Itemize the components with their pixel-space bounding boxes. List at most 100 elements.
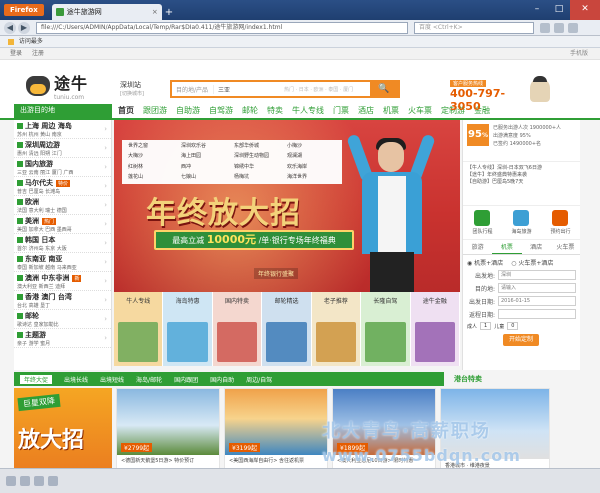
news-item[interactable]: 【途牛】年终盛典特惠来袭 [467,172,576,179]
category-subitems[interactable]: 泰国 新加坡 越南 马来西亚 [17,264,108,271]
menu-item-group-tour[interactable]: 跟团游 [143,105,167,116]
news-item[interactable]: 【自助游】巴厘岛5晚7天 [467,179,576,186]
destination-link[interactable]: 欢乐海岸 [287,163,336,172]
minimize-icon[interactable]: – [526,0,548,20]
promo-card[interactable]: ¥2799起 <德国新天鹅堡5日游> 特价预订 [116,388,220,468]
sidebar-category[interactable]: 马尔代夫 特价 普吉 巴厘岛 长滩岛 › [14,177,111,196]
category-title[interactable]: 上海 周边 海岛 [25,121,72,131]
browser-icon[interactable] [34,476,44,486]
tab-travel[interactable]: 旅游 [463,240,492,254]
sidebar-category[interactable]: 香港 澳门 台湾 台北 高雄 垦丁 › [14,291,111,310]
menu-item-tickets[interactable]: 门票 [333,105,349,116]
forward-icon[interactable]: ▶ [18,21,30,34]
category-tile[interactable]: 海岛特惠 [163,292,213,366]
category-subitems[interactable]: 惠州 清远 阳朔 江门 [17,150,108,157]
category-subitems[interactable]: 苏州 杭州 黄山 南京 [17,131,108,138]
category-subitems[interactable]: 歌诗达 皇家加勒比 [17,321,108,328]
category-title[interactable]: 深圳周边游 [25,140,60,150]
category-title[interactable]: 邮轮 [25,311,39,321]
destination-link[interactable]: 海上田园 [181,152,230,161]
tab-train[interactable]: 火车票 [551,240,580,254]
menu-item-home[interactable]: 首页 [118,105,134,116]
return-date-field[interactable] [498,309,576,319]
sidebar-category[interactable]: 韩国 日本 首尔 济州岛 东京 大阪 › [14,234,111,253]
destination-link[interactable]: 深圳欢乐谷 [181,142,230,151]
all-destinations-button[interactable]: 出游目的地 [14,102,112,118]
sidebar-category[interactable]: 深圳周边游 惠州 清远 阳朔 江门 › [14,139,111,158]
explorer-icon[interactable] [20,476,30,486]
category-tile[interactable]: 老子推荐 [311,292,362,366]
bookmark-most-visited[interactable]: 访问最多 [19,38,43,45]
destination-link[interactable]: 东部华侨城 [234,142,283,151]
category-title[interactable]: 国内旅游 [25,159,53,169]
destination-field[interactable]: 请输入 [498,283,576,293]
start-icon[interactable] [6,476,16,486]
service-mascot-icon[interactable] [530,76,550,102]
quick-link[interactable]: 团队行程 [472,210,493,235]
search-input[interactable]: 三亚 [214,85,284,94]
category-subitems[interactable]: 台北 高雄 垦丁 [17,302,108,309]
sidebar-category[interactable]: 欧洲 法国 意大利 瑞士 德国 › [14,196,111,215]
start-custom-button[interactable]: 开始定制 [503,334,539,346]
menu-item-sale[interactable]: 特卖 [267,105,283,116]
city-selector[interactable]: 深圳站 [切换城市] [120,80,144,97]
product-tab[interactable]: 周边/自驾 [246,375,272,384]
tab-hotel[interactable]: 酒店 [522,240,551,254]
category-tile[interactable]: 国内特卖 [212,292,263,366]
destination-link[interactable]: 西冲 [181,163,230,172]
product-tab[interactable]: 海岛/邮轮 [136,375,162,384]
promo-card[interactable]: ¥3199起 <美国西海岸自由行> 含往返机票 [224,388,328,468]
maximize-icon[interactable]: □ [548,0,570,20]
radio-train-hotel[interactable]: ○ 火车票+酒店 [511,258,553,267]
destination-link[interactable]: 观澜湖 [287,152,336,161]
category-tile[interactable]: 长隆自驾 [361,292,411,366]
category-subitems[interactable]: 三亚 云南 丽江 厦门 广西 [17,169,108,176]
tab-flights[interactable]: 机票 [492,240,522,254]
menu-item-train[interactable]: 火车票 [408,105,432,116]
product-tab[interactable]: 国内自助 [210,375,234,384]
adult-count-select[interactable]: 1 [480,322,492,330]
radio-flight-hotel[interactable]: ◉ 机票+酒店 [467,258,503,267]
category-tile[interactable]: 牛人专线 [114,292,164,366]
category-tile[interactable]: 途牛金融 [410,292,460,366]
category-subitems[interactable]: 首尔 济州岛 东京 大阪 [17,245,108,252]
child-count-select[interactable]: 0 [507,322,519,330]
quick-link[interactable]: 预约出行 [550,210,571,235]
destination-link[interactable]: 七娘山 [181,173,230,182]
category-title[interactable]: 美洲 [25,216,39,226]
menu-item-hotel[interactable]: 酒店 [358,105,374,116]
category-subitems[interactable]: 法国 意大利 瑞士 德国 [17,207,108,214]
category-subitems[interactable]: 澳大利亚 新西兰 迪拜 [17,283,108,290]
firefox-menu-button[interactable]: Firefox [4,4,44,16]
bookmark-star-icon[interactable] [540,22,550,33]
destination-link[interactable]: 小梅沙 [287,142,336,151]
back-icon[interactable]: ◀ [4,21,16,34]
product-tab[interactable]: 年终大促 [20,374,53,384]
quick-link[interactable]: 海岛旅游 [511,210,532,235]
destination-link[interactable]: 锦绣中华 [234,163,283,172]
category-tile[interactable]: 邮轮精选 [262,292,312,366]
browser-search-input[interactable]: 百度 <Ctrl+K> [414,21,534,34]
tab-close-icon[interactable]: × [152,8,158,16]
menu-item-cruise[interactable]: 邮轮 [242,105,258,116]
search-category[interactable]: 目的地/产品 [172,84,214,94]
category-subitems[interactable]: 亲子 游学 蜜月 [17,340,108,347]
category-title[interactable]: 马尔代夫 [25,178,53,188]
destination-link[interactable]: 杨梅坑 [234,173,283,182]
url-bar[interactable]: file:///C:/Users/ADMIN/AppData/Local/Tem… [36,21,408,34]
sidebar-category[interactable]: 上海 周边 海岛 苏州 杭州 黄山 南京 › [14,120,111,139]
downloads-icon[interactable] [554,22,564,33]
destination-link[interactable]: 海洋世界 [287,173,336,182]
window-close-icon[interactable]: ✕ [570,0,600,20]
category-title[interactable]: 东南亚 南亚 [25,254,62,264]
register-link[interactable]: 注册 [32,48,44,59]
depart-date-field[interactable]: 2016-01-15 [498,296,576,306]
product-tab[interactable]: 国内跟团 [174,375,198,384]
sidebar-category[interactable]: 主题游 亲子 游学 蜜月 › [14,329,111,348]
hero-banner[interactable]: 世界之窗 深圳欢乐谷 东部华侨城 小梅沙 大梅沙 海上田园 深圳野生动物园 观澜湖 红树林 西冲锦… [114,120,460,292]
search-hot-keywords[interactable]: 热门 · 日本 · 欧洲 · 泰国 · 厦门 [284,86,370,93]
category-title[interactable]: 澳洲 中东非洲 [25,273,69,283]
mobile-link[interactable]: 手机版 [570,48,588,59]
departure-field[interactable]: 深圳 [498,270,576,280]
menu-item-self-guided[interactable]: 自助游 [176,105,200,116]
